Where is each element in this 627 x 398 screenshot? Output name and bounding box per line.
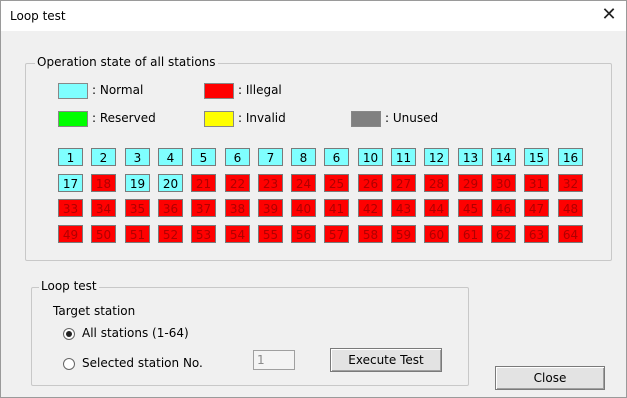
- station-cell: 17: [58, 174, 83, 192]
- station-cell: 54: [225, 225, 250, 243]
- station-cell: 18: [91, 174, 116, 192]
- loop-test-dialog: Loop test ✕ Operation state of all stati…: [0, 0, 627, 398]
- station-cell: 58: [358, 225, 383, 243]
- station-cell: 53: [191, 225, 216, 243]
- station-cell: 26: [358, 174, 383, 192]
- window-title: Loop test: [10, 9, 66, 23]
- station-cell: 4: [158, 148, 183, 166]
- legend-invalid-label: : Invalid: [238, 111, 286, 125]
- legend-reserved-label: : Reserved: [92, 111, 156, 125]
- station-cell: 1: [58, 148, 83, 166]
- target-station-label: Target station: [53, 304, 136, 318]
- legend-unused-swatch: [351, 111, 381, 127]
- legend-illegal-label: : Illegal: [238, 83, 282, 97]
- close-icon[interactable]: ✕: [597, 4, 621, 26]
- station-cell: 13: [458, 148, 483, 166]
- station-cell: 46: [491, 199, 516, 217]
- selected-station-radio[interactable]: [63, 358, 75, 370]
- station-cell: 57: [324, 225, 349, 243]
- station-cell: 51: [125, 225, 150, 243]
- station-cell: 5: [191, 148, 216, 166]
- station-cell: 60: [424, 225, 449, 243]
- all-stations-radio[interactable]: [63, 328, 75, 340]
- selected-station-label[interactable]: Selected station No.: [82, 356, 203, 370]
- legend-reserved-swatch: [58, 111, 88, 127]
- legend-normal-swatch: [58, 83, 88, 99]
- station-cell: 62: [491, 225, 516, 243]
- legend-invalid-swatch: [204, 111, 234, 127]
- station-cell: 44: [424, 199, 449, 217]
- title-bar: Loop test ✕: [1, 1, 626, 31]
- legend-unused-label: : Unused: [385, 111, 439, 125]
- station-cell: 29: [458, 174, 483, 192]
- radio-selected-dot: [66, 331, 72, 337]
- legend-illegal-swatch: [204, 83, 234, 99]
- station-cell: 21: [191, 174, 216, 192]
- station-cell: 31: [524, 174, 549, 192]
- station-cell: 12: [424, 148, 449, 166]
- station-cell: 6: [324, 148, 349, 166]
- station-cell: 61: [458, 225, 483, 243]
- loop-test-group-label: Loop test: [39, 279, 99, 293]
- station-cell: 22: [225, 174, 250, 192]
- station-cell: 50: [91, 225, 116, 243]
- station-cell: 2: [91, 148, 116, 166]
- station-cell: 43: [391, 199, 416, 217]
- execute-test-button[interactable]: Execute Test: [330, 348, 442, 372]
- station-cell: 45: [458, 199, 483, 217]
- station-cell: 10: [358, 148, 383, 166]
- station-cell: 39: [258, 199, 283, 217]
- all-stations-label[interactable]: All stations (1-64): [82, 326, 189, 340]
- station-cell: 42: [358, 199, 383, 217]
- station-cell: 19: [125, 174, 150, 192]
- station-cell: 38: [225, 199, 250, 217]
- close-button[interactable]: Close: [495, 366, 605, 390]
- station-cell: 63: [524, 225, 549, 243]
- station-cell: 32: [558, 174, 583, 192]
- station-cell: 56: [291, 225, 316, 243]
- station-cell: 34: [91, 199, 116, 217]
- station-cell: 27: [391, 174, 416, 192]
- station-cell: 7: [258, 148, 283, 166]
- station-cell: 11: [391, 148, 416, 166]
- station-cell: 3: [125, 148, 150, 166]
- station-cell: 52: [158, 225, 183, 243]
- station-cell: 37: [191, 199, 216, 217]
- station-cell: 64: [558, 225, 583, 243]
- station-cell: 6: [225, 148, 250, 166]
- station-cell: 33: [58, 199, 83, 217]
- station-cell: 24: [291, 174, 316, 192]
- operation-state-group-label: Operation state of all stations: [35, 55, 218, 69]
- station-cell: 48: [558, 199, 583, 217]
- station-cell: 16: [558, 148, 583, 166]
- station-cell: 36: [158, 199, 183, 217]
- station-cell: 15: [524, 148, 549, 166]
- station-cell: 25: [324, 174, 349, 192]
- station-cell: 30: [491, 174, 516, 192]
- station-cell: 8: [291, 148, 316, 166]
- station-cell: 47: [524, 199, 549, 217]
- station-cell: 14: [491, 148, 516, 166]
- station-cell: 40: [291, 199, 316, 217]
- station-number-field[interactable]: 1: [253, 350, 295, 370]
- station-cell: 28: [424, 174, 449, 192]
- station-cell: 41: [324, 199, 349, 217]
- station-cell: 49: [58, 225, 83, 243]
- legend-normal-label: : Normal: [92, 83, 144, 97]
- station-cell: 20: [158, 174, 183, 192]
- station-cell: 23: [258, 174, 283, 192]
- station-cell: 59: [391, 225, 416, 243]
- station-cell: 55: [258, 225, 283, 243]
- station-cell: 35: [125, 199, 150, 217]
